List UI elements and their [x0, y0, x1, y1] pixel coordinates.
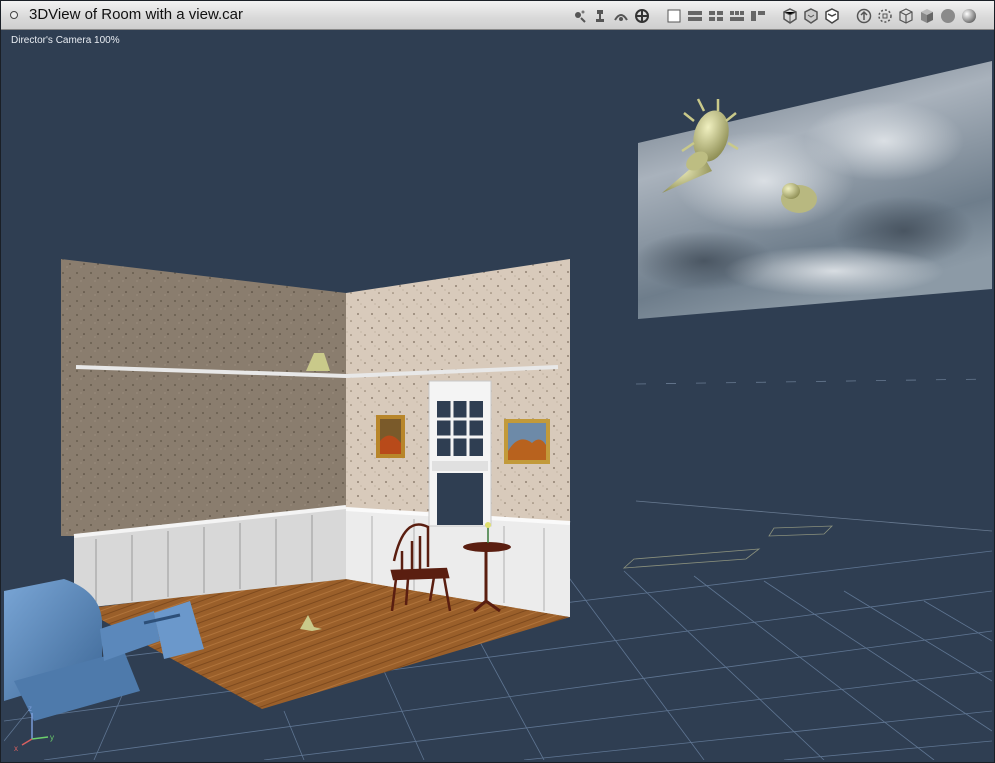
wire-cube-icon[interactable] — [897, 7, 915, 25]
shaded-sphere-icon[interactable] — [960, 7, 978, 25]
title-bar[interactable]: 3DView of Room with a view.car — [1, 1, 994, 30]
view-toolbar — [570, 6, 978, 25]
wireframe-shield-icon[interactable] — [802, 7, 820, 25]
axis-x-label: x — [14, 744, 18, 753]
axis-z-label: z — [28, 704, 32, 713]
camera-label: Director's Camera 100% — [11, 35, 120, 46]
camera-dolly-icon[interactable] — [591, 7, 609, 25]
painting-left — [376, 415, 405, 458]
3d-view-window: 3DView of Room with a view.car z y x Dir… — [0, 0, 995, 763]
flat-sphere-icon[interactable] — [939, 7, 957, 25]
four-views-icon[interactable] — [707, 7, 725, 25]
close-button[interactable] — [10, 11, 18, 19]
sky-backdrop — [634, 61, 992, 319]
window-title: 3DView of Room with a view.car — [29, 6, 243, 23]
bounding-box-icon[interactable] — [781, 7, 799, 25]
two-views-icon[interactable] — [686, 7, 704, 25]
three-views-icon[interactable] — [728, 7, 746, 25]
dotted-cube-icon[interactable] — [876, 7, 894, 25]
layout-views-icon[interactable] — [749, 7, 767, 25]
hidden-line-icon[interactable] — [823, 7, 841, 25]
left-wall — [61, 259, 347, 609]
scene-render: z y x — [4, 61, 992, 760]
camera-move-icon[interactable] — [570, 7, 588, 25]
far-grid-lines — [622, 378, 992, 569]
painting-right — [504, 419, 550, 464]
up-arrow-icon[interactable] — [855, 7, 873, 25]
solid-cube-icon[interactable] — [918, 7, 936, 25]
room-window — [428, 380, 492, 527]
single-view-icon[interactable] — [665, 7, 683, 25]
camera-orbit-icon[interactable] — [612, 7, 630, 25]
axis-y-label: y — [50, 733, 54, 742]
camera-target-icon[interactable] — [633, 7, 651, 25]
3d-viewport[interactable]: z y x Director's Camera 100% — [4, 31, 992, 760]
